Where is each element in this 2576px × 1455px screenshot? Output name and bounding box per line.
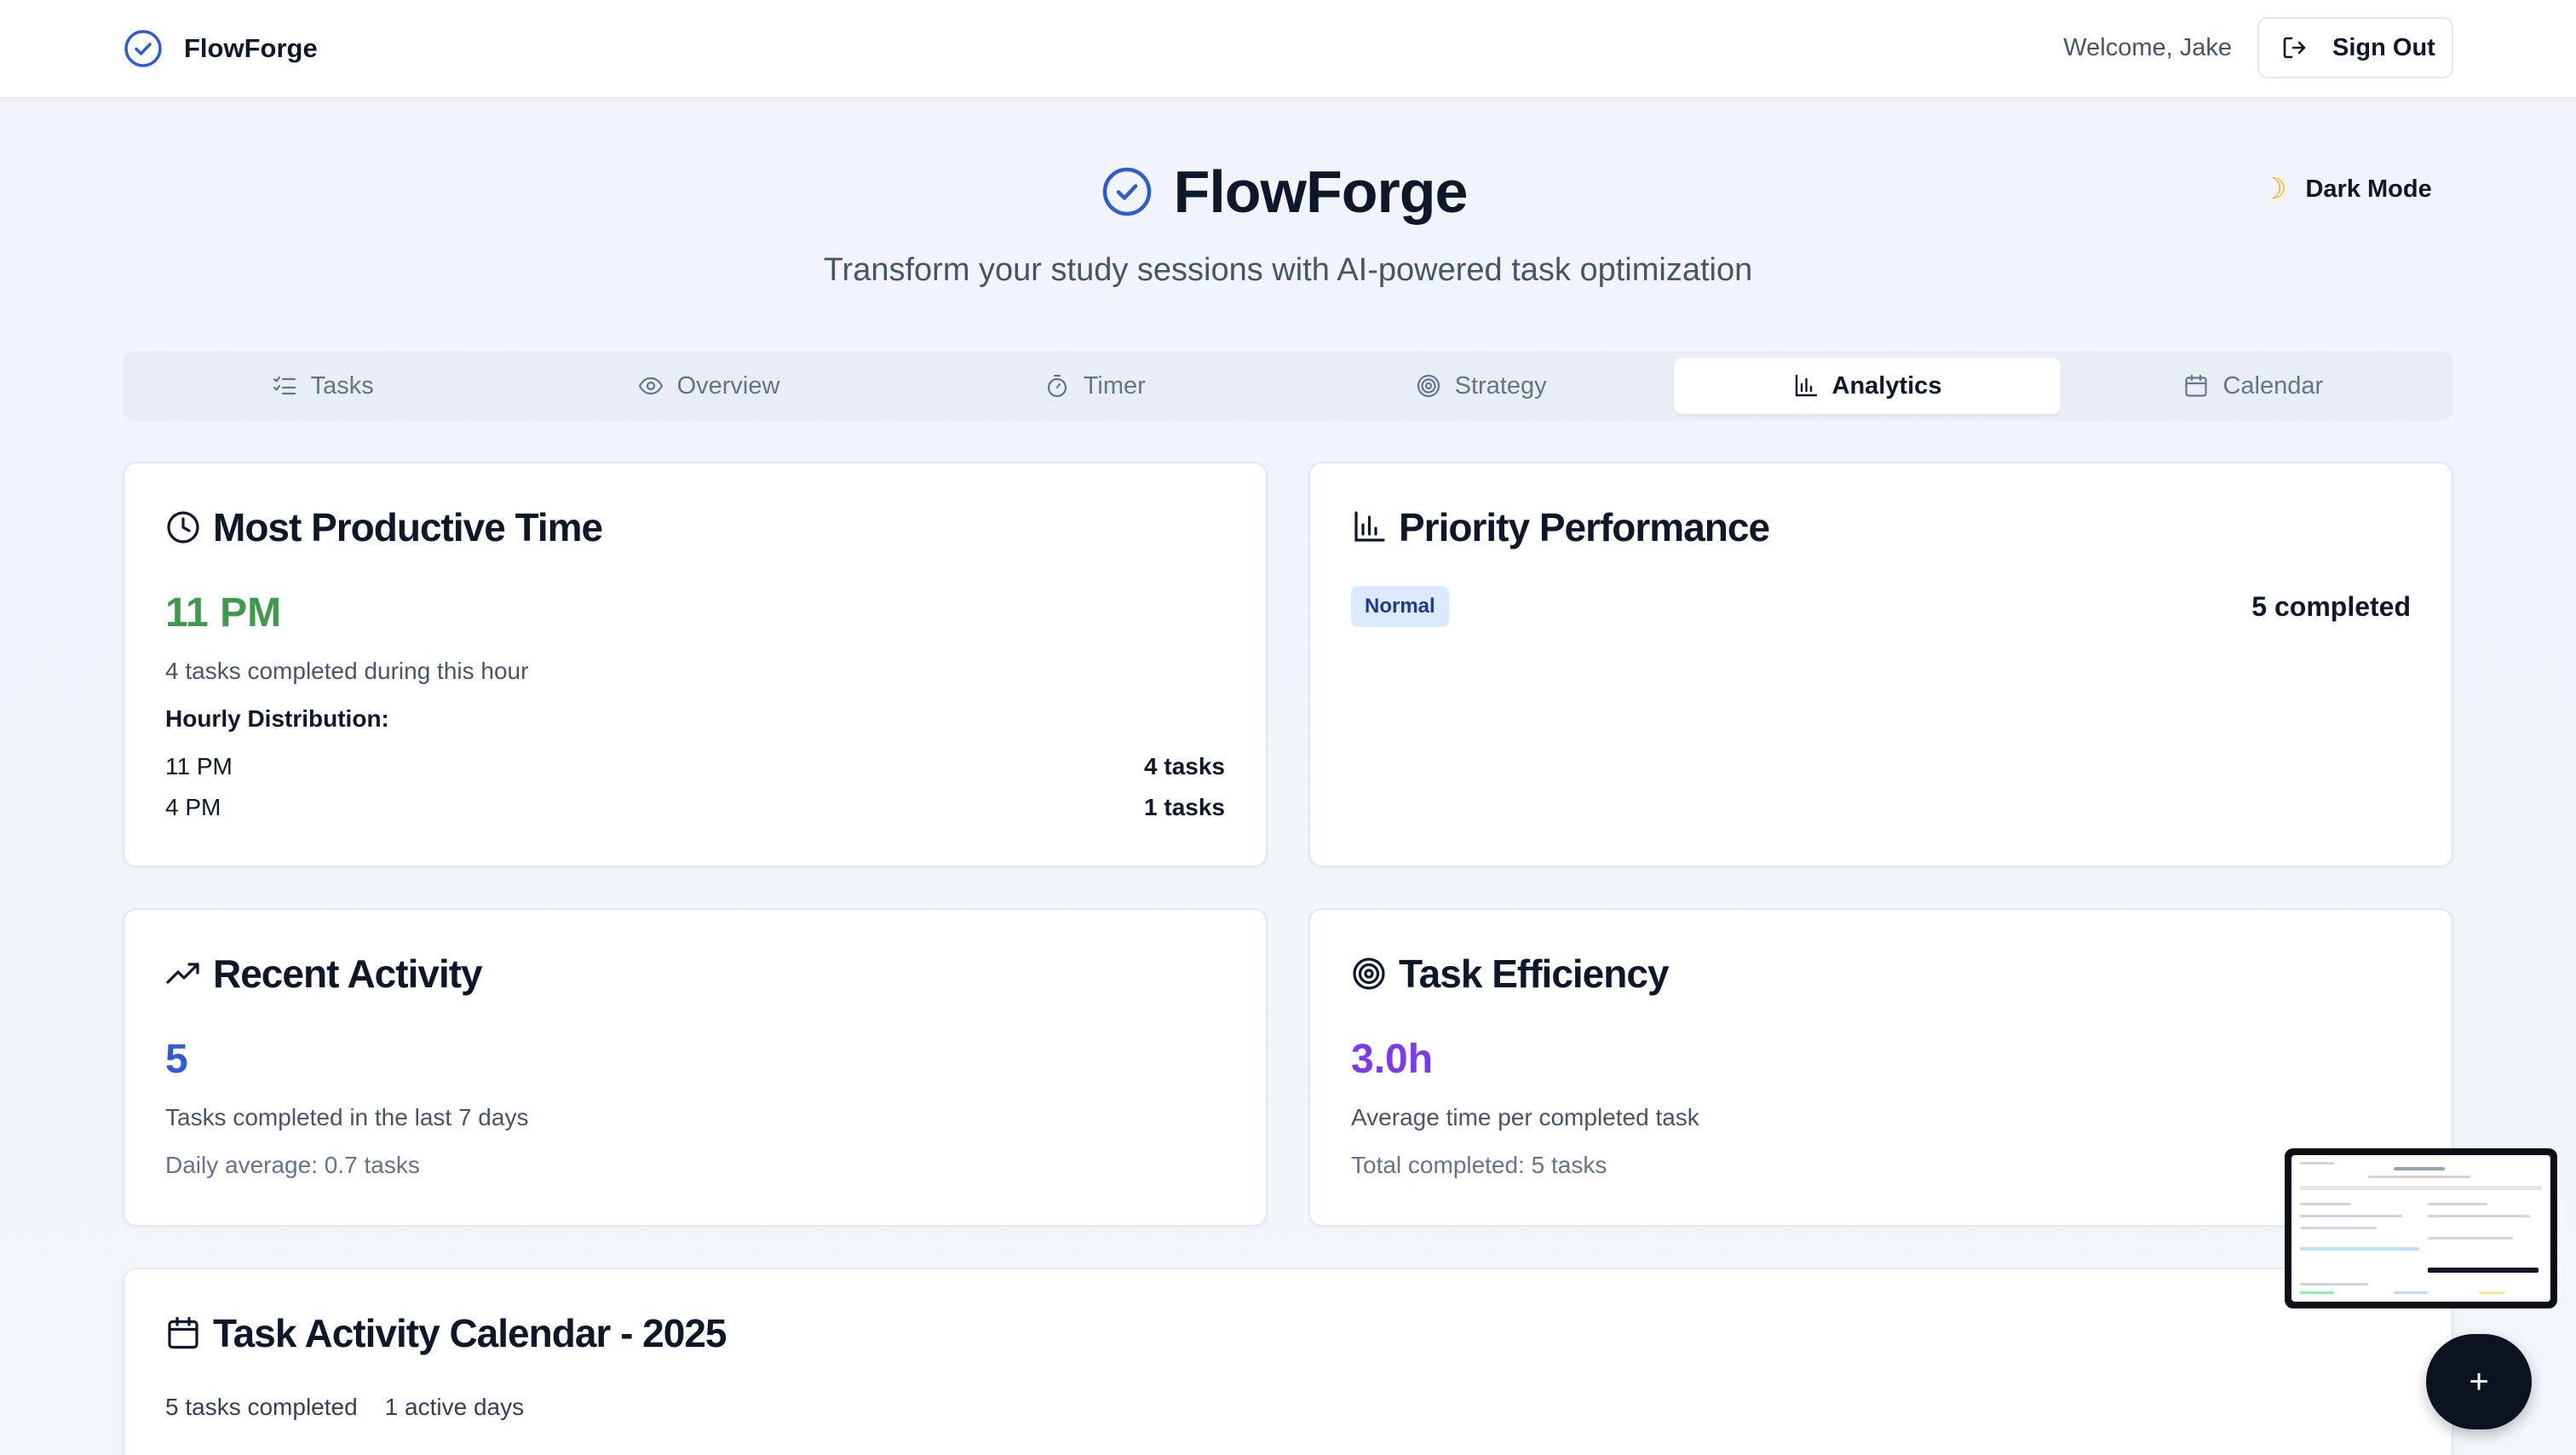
clock-icon [167,511,199,543]
eye-icon [638,377,663,395]
screen-preview-thumbnail[interactable] [2285,1148,2557,1308]
productive-description: 4 tasks completed during this hour [165,658,529,684]
brand-logo[interactable]: FlowForge [123,27,318,70]
tasks-completed-stat: 5 tasks completed [165,1394,358,1420]
priority-completed-count: 5 completed [2251,591,2411,622]
target-icon [1417,374,1440,398]
recent-activity-description: Tasks completed in the last 7 days [165,1104,529,1130]
daily-average-text: Daily average: 0.7 tasks [165,1152,420,1178]
card-title: Recent Activity [213,952,483,996]
recent-activity-card: Recent Activity 5 Tasks completed in the… [123,908,1268,1227]
productive-hour-value: 11 PM [165,590,282,635]
distribution-count: 4 tasks [1144,753,1225,779]
tab-overview[interactable]: Overview [515,358,901,414]
distribution-hour: 11 PM [165,753,233,779]
distribution-count: 1 tasks [1144,794,1225,820]
efficiency-description: Average time per completed task [1351,1104,1699,1130]
add-task-button[interactable]: + [2426,1334,2532,1429]
tab-label: Tasks [310,371,374,400]
page-title: FlowForge [1173,158,1469,225]
most-productive-time-card: Most Productive Time 11 PM 4 tasks compl… [123,462,1268,867]
check-circle-icon [124,30,162,67]
tab-strategy[interactable]: Strategy [1288,358,1674,414]
target-icon [1353,958,1385,990]
hero-title: FlowForge [0,153,2576,230]
card-title: Task Efficiency [1399,952,1670,996]
card-title: Priority Performance [1399,505,1770,549]
calendar-stats: 5 tasks completed 1 active days [165,1394,524,1421]
tab-label: Strategy [1454,371,1547,400]
stopwatch-icon [1047,374,1067,398]
task-efficiency-card: Task Efficiency 3.0h Average time per co… [1308,908,2453,1227]
hourly-distribution-title: Hourly Distribution: [165,705,389,732]
calendar-icon [2185,374,2208,397]
trending-up-icon [166,963,199,984]
tab-label: Calendar [2222,371,2324,400]
log-out-icon [2283,37,2306,59]
recent-activity-value: 5 [165,1037,188,1082]
priority-performance-card: Priority Performance Normal 5 completed [1308,462,2453,867]
dark-mode-toggle[interactable]: ☽ Dark Mode [2261,169,2432,210]
page-subtitle: Transform your study sessions with AI-po… [823,252,1753,288]
list-checks-icon [273,376,296,395]
calendar-icon [168,1316,198,1349]
tab-analytics[interactable]: Analytics [1674,358,2061,414]
priority-badge: Normal [1351,586,1449,627]
efficiency-value: 3.0h [1351,1037,1434,1082]
check-circle-icon [1102,167,1151,216]
active-days-stat: 1 active days [384,1394,525,1420]
welcome-text: Welcome, Jake [2063,34,2232,61]
tab-timer[interactable]: Timer [902,358,1288,414]
top-navigation-bar: FlowForge Welcome, Jake Sign Out [0,0,2576,99]
tab-label: Analytics [1831,371,1942,400]
tab-label: Overview [676,371,780,400]
card-title: Task Activity Calendar - 2025 [213,1311,727,1355]
distribution-row: 4 PM 1 tasks [165,794,1225,821]
brand-name: FlowForge [184,33,318,63]
bar-chart-icon [1795,374,1817,397]
plus-icon: + [2469,1362,2489,1400]
sign-out-button[interactable]: Sign Out [2257,17,2453,78]
dark-mode-label: Dark Mode [2305,175,2432,203]
sign-out-label: Sign Out [2332,33,2435,61]
bar-chart-icon [1354,511,1385,542]
tab-label: Timer [1083,371,1146,400]
tab-calendar[interactable]: Calendar [2061,358,2447,414]
preview-screen [2291,1155,2550,1302]
card-title: Most Productive Time [213,505,603,549]
distribution-row: 11 PM 4 tasks [165,753,1225,780]
moon-icon: ☽ [2261,173,2287,205]
tab-tasks[interactable]: Tasks [129,358,515,414]
total-completed-text: Total completed: 5 tasks [1351,1152,1607,1178]
distribution-hour: 4 PM [165,794,221,820]
task-activity-calendar-card: Task Activity Calendar - 2025 5 tasks co… [123,1268,2453,1455]
main-tabs: Tasks Overview Timer Strategy Analytics [123,351,2453,421]
